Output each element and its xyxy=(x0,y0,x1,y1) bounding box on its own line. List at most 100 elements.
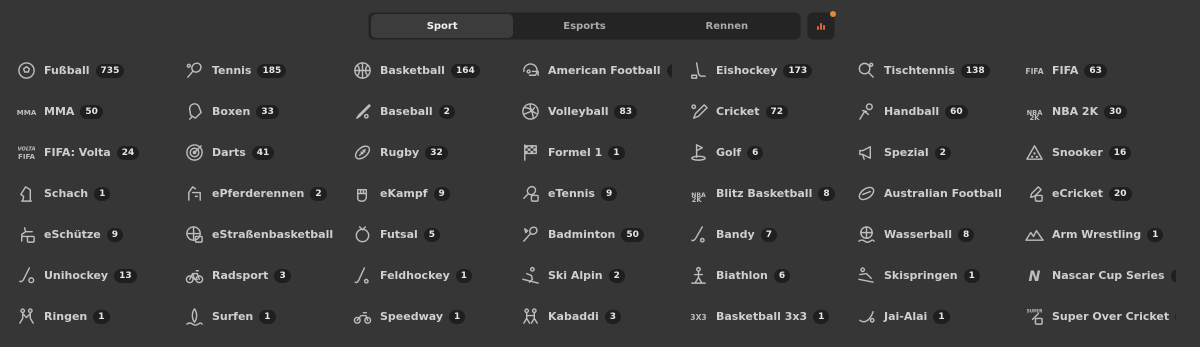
svg-text:3X3: 3X3 xyxy=(690,313,706,322)
sport-item[interactable]: Surfen 1 xyxy=(168,296,336,337)
shooter-icon xyxy=(16,225,36,245)
sport-item[interactable]: Skispringen 1 xyxy=(840,255,1008,296)
sport-item[interactable]: Fußball 735 xyxy=(0,50,168,91)
event-count-badge: 9 xyxy=(600,186,618,201)
sport-item[interactable]: Rugby 32 xyxy=(336,132,504,173)
ecricket-icon xyxy=(1024,184,1044,204)
sport-item[interactable]: Feldhockey 1 xyxy=(336,255,504,296)
sport-item[interactable]: Boxen 33 xyxy=(168,91,336,132)
bar-chart-bar xyxy=(820,23,822,30)
sport-item[interactable]: Darts 41 xyxy=(168,132,336,173)
sport-item[interactable]: eSchütze 9 xyxy=(0,214,168,255)
fifa-logo-icon: FIFA xyxy=(1024,61,1044,81)
sport-item[interactable]: Spezial 2 xyxy=(840,132,1008,173)
sport-item[interactable]: Wasserball 8 xyxy=(840,214,1008,255)
ski-jumping-icon xyxy=(856,266,876,286)
boxing-glove-icon xyxy=(184,102,204,122)
sport-item[interactable]: FIFA FIFA 63 xyxy=(1008,50,1176,91)
sport-item[interactable]: Ringen 1 xyxy=(0,296,168,337)
sport-name: Schach xyxy=(44,187,89,200)
sport-item[interactable]: Baseball 2 xyxy=(336,91,504,132)
sport-item[interactable]: Tischtennis 138 xyxy=(840,50,1008,91)
event-count-badge: 9 xyxy=(106,227,123,242)
tab-esports[interactable]: Esports xyxy=(513,14,655,38)
dartboard-icon xyxy=(184,143,204,163)
sport-name: Fußball xyxy=(44,64,90,77)
sport-item[interactable]: Cricket 72 xyxy=(672,91,840,132)
mountains-icon xyxy=(1024,225,1044,245)
jai-alai-icon xyxy=(856,307,876,327)
event-count-badge: 1 xyxy=(813,309,830,324)
sport-item[interactable]: NBA 2K NBA 2K 30 xyxy=(1008,91,1176,132)
event-count-badge: 3 xyxy=(274,268,291,283)
sport-item[interactable]: SUPER Super Over Cricket 4 xyxy=(1008,296,1176,337)
sport-item[interactable]: Unihockey 13 xyxy=(0,255,168,296)
ice-hockey-icon xyxy=(688,61,708,81)
svg-text:N: N xyxy=(1028,269,1040,285)
event-count-badge: 33 xyxy=(256,104,279,119)
sport-item[interactable]: Ski Alpin 2 xyxy=(504,255,672,296)
sport-item[interactable]: Futsal 5 xyxy=(336,214,504,255)
sport-item[interactable]: VOLTA FIFA FIFA: Volta 24 xyxy=(0,132,168,173)
sport-name: eStraßenbasketball xyxy=(212,228,334,241)
event-count-badge: 50 xyxy=(621,227,644,242)
event-count-badge: 32 xyxy=(425,145,448,160)
event-count-badge: 63 xyxy=(1084,63,1107,78)
sport-item[interactable]: Basketball 164 xyxy=(336,50,504,91)
sport-item[interactable]: Arm Wrestling 1 xyxy=(1008,214,1176,255)
sport-item[interactable]: Formel 1 1 xyxy=(504,132,672,173)
sport-item[interactable]: Snooker 16 xyxy=(1008,132,1176,173)
sport-name: Boxen xyxy=(212,105,251,118)
sport-item[interactable]: Badminton 50 xyxy=(504,214,672,255)
sport-name: Super Over Cricket xyxy=(1052,310,1170,323)
event-count-badge: 50 xyxy=(80,104,103,119)
sport-item[interactable]: MMA MMA 50 xyxy=(0,91,168,132)
chess-knight-icon xyxy=(16,184,36,204)
kabaddi-icon xyxy=(520,307,540,327)
cricket-bat-icon xyxy=(688,102,708,122)
tab-rennen[interactable]: Rennen xyxy=(656,14,798,38)
sport-name: eCricket xyxy=(1052,187,1103,200)
sport-name: Nascar Cup Series xyxy=(1052,269,1165,282)
sport-item[interactable]: Kabaddi 3 xyxy=(504,296,672,337)
event-count-badge: 60 xyxy=(945,104,968,119)
sport-item[interactable]: eTennis 9 xyxy=(504,173,672,214)
event-count-badge: 1 xyxy=(608,145,625,160)
sport-item[interactable]: Golf 6 xyxy=(672,132,840,173)
tab-sport[interactable]: Sport xyxy=(371,14,514,38)
bicycle-icon xyxy=(184,266,204,286)
sport-item[interactable]: Jai-Alai 1 xyxy=(840,296,1008,337)
sport-name: Biathlon xyxy=(716,269,768,282)
event-count-badge: 3 xyxy=(604,309,622,324)
bar-chart-icon xyxy=(817,26,819,30)
sport-item[interactable]: Handball 60 xyxy=(840,91,1008,132)
sport-item[interactable]: Radsport 3 xyxy=(168,255,336,296)
sport-name: Skispringen xyxy=(884,269,958,282)
checkered-flag-icon xyxy=(520,143,540,163)
sport-item[interactable]: Schach 1 xyxy=(0,173,168,214)
sport-item[interactable]: American Football80 xyxy=(504,50,672,91)
sport-item[interactable]: N Nascar Cup Series 2 xyxy=(1008,255,1176,296)
sport-item[interactable]: Volleyball 83 xyxy=(504,91,672,132)
sport-item[interactable]: Biathlon 6 xyxy=(672,255,840,296)
sport-item[interactable]: 3X3 Basketball 3x3 1 xyxy=(672,296,840,337)
sport-name: Arm Wrestling xyxy=(1052,228,1142,241)
mma-logo-icon: MMA xyxy=(16,102,36,122)
sport-item[interactable]: eStraßenbasketball9 xyxy=(168,214,336,255)
sport-item[interactable]: Speedway 1 xyxy=(336,296,504,337)
sport-item[interactable]: Bandy 7 xyxy=(672,214,840,255)
sport-item[interactable]: Australian Football1 xyxy=(840,173,1008,214)
water-polo-icon xyxy=(856,225,876,245)
sport-item[interactable]: ePferderennen 2 xyxy=(168,173,336,214)
sport-name: Wasserball xyxy=(884,228,952,241)
sport-item[interactable]: NBA 2K Blitz Basketball 8 xyxy=(672,173,840,214)
event-count-badge: 2 xyxy=(608,268,625,283)
stats-button[interactable] xyxy=(807,11,836,40)
event-count-badge: 83 xyxy=(614,104,638,119)
sport-item[interactable]: eCricket 20 xyxy=(1008,173,1176,214)
sport-item[interactable]: Tennis 185 xyxy=(168,50,336,91)
event-count-badge: 1 xyxy=(933,309,950,324)
sport-item[interactable]: Eishockey 173 xyxy=(672,50,840,91)
sport-item[interactable]: eKampf 9 xyxy=(336,173,504,214)
event-count-badge: 8 xyxy=(957,227,975,242)
